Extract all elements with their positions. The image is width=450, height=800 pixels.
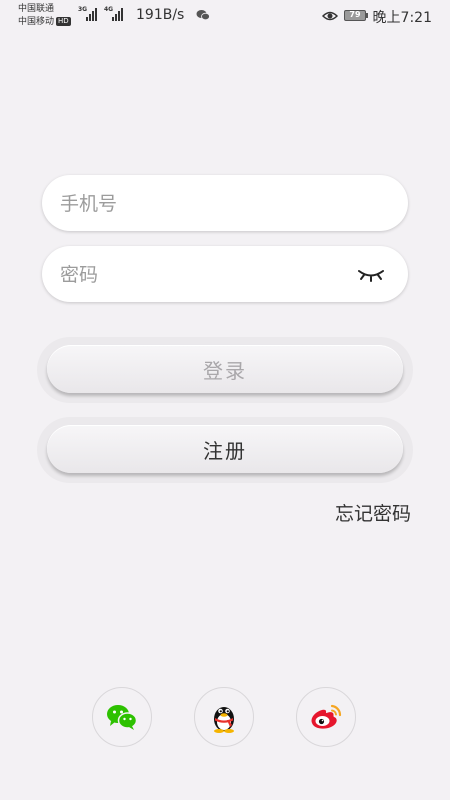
signal-icon: 3G xyxy=(78,6,100,23)
wechat-notification-icon xyxy=(196,10,210,21)
login-button[interactable]: 登录 xyxy=(47,345,403,393)
wechat-login-button[interactable] xyxy=(92,687,152,747)
carrier-1: 中国联通 xyxy=(18,4,55,14)
carrier-info: 中国联通 中国移动 HD xyxy=(18,3,71,29)
password-input[interactable] xyxy=(58,246,352,304)
register-button-container: 注册 xyxy=(37,417,413,483)
battery-tip xyxy=(366,13,368,18)
qq-login-button[interactable] xyxy=(194,687,254,747)
weibo-icon xyxy=(311,704,342,729)
battery-icon: 79 xyxy=(344,10,366,21)
forgot-password-link[interactable]: 忘记密码 xyxy=(335,499,411,526)
network-speed: 191B/s xyxy=(136,7,185,23)
carrier-2-row: 中国移动 HD xyxy=(18,16,71,29)
password-field[interactable] xyxy=(42,246,408,304)
register-button[interactable]: 注册 xyxy=(47,425,403,473)
eye-comfort-icon xyxy=(322,11,338,21)
phone-input[interactable] xyxy=(58,175,352,233)
signal-icon: 4G xyxy=(104,6,126,23)
phone-field[interactable] xyxy=(42,175,408,233)
closed-eye-icon[interactable] xyxy=(356,264,386,284)
signal-2-gen: 4G xyxy=(104,6,114,13)
carrier-2: 中国移动 xyxy=(18,17,55,27)
login-button-container: 登录 xyxy=(37,337,413,403)
weibo-login-button[interactable] xyxy=(296,687,356,747)
qq-icon xyxy=(214,707,234,733)
battery-level: 79 xyxy=(349,10,361,19)
status-bar: 中国联通 中国移动 HD 3G 4G 191B/s 79 晚上7:21 xyxy=(0,0,450,34)
wechat-icon xyxy=(107,705,138,730)
clock: 晚上7:21 xyxy=(372,10,432,26)
signal-1-gen: 3G xyxy=(78,6,88,13)
hd-badge: HD xyxy=(56,17,71,26)
